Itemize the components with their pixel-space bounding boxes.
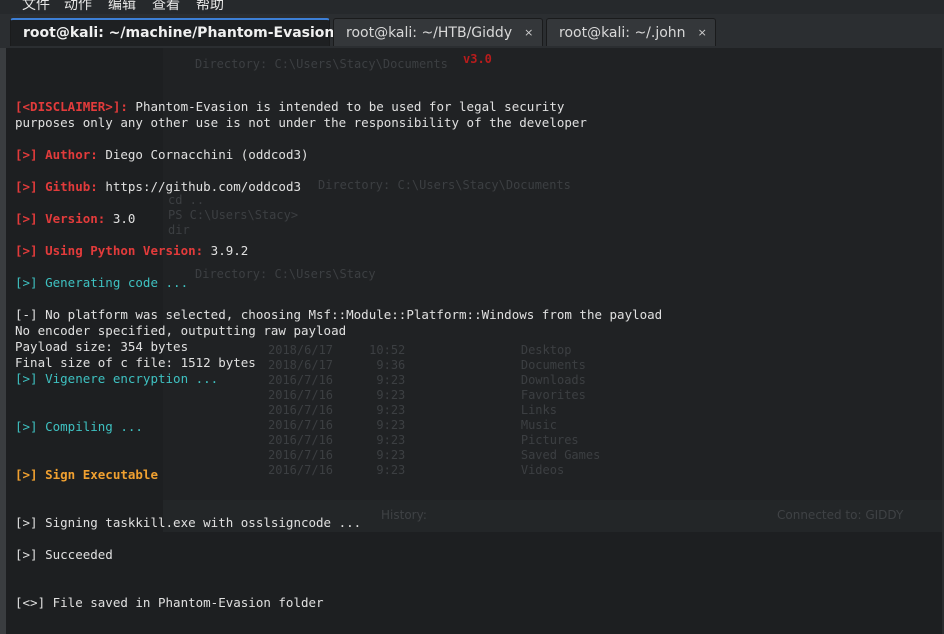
ghost-line: 2016/7/16 9:23 Music [268,418,557,432]
sign-executable-line: [>] Sign Executable [15,467,158,482]
generating-line: [>] Generating code ... [15,275,189,290]
menu-help[interactable]: 帮助 [196,0,224,14]
version-line: [>] Version: 3.0 [15,211,136,226]
tab-label: root@kali: ~/machine/Phantom-Evasion [23,25,335,41]
signing-line: [>] Signing taskkill.exe with osslsignco… [15,515,362,530]
tab-bar: root@kali: ~/machine/Phantom-Evasion × r… [0,14,944,49]
menu-file[interactable]: 文件 [22,0,50,14]
succeeded-line: [>] Succeeded [15,547,113,562]
author-line: [>] Author: Diego Cornacchini (oddcod3) [15,147,309,162]
menu-action[interactable]: 动作 [64,0,92,14]
tab-label: root@kali: ~/.john [559,24,686,41]
ghost-line: 2016/7/16 9:23 Links [268,403,557,417]
ghost-line: 2016/7/16 9:23 Videos [268,463,565,477]
ghost-line: Directory: C:\Users\Stacy\Documents [195,57,448,71]
ghost-line: 2018/6/17 10:52 Desktop [268,343,572,357]
ghost-line: 2018/6/17 9:36 Documents [268,358,586,372]
ghost-line: cd .. [168,193,205,207]
payload-size-line: Payload size: 354 bytes [15,339,189,354]
tab-label: root@kali: ~/HTB/Giddy [346,24,513,41]
no-encoder-line: No encoder specified, outputting raw pay… [15,323,347,338]
file-saved-line: [<>] File saved in Phantom-Evasion folde… [15,595,324,610]
disclaimer-line: [<DISCLAIMER>]: Phantom-Evasion is inten… [15,99,565,114]
version-label: v3.0 [463,52,492,66]
menubar: 文件 动作 编辑 查看 帮助 [0,0,944,14]
tab-htb-giddy[interactable]: root@kali: ~/HTB/Giddy × [333,18,543,46]
connected-label: Connected to: GIDDY [777,508,904,522]
ghost-line: 2016/7/16 9:23 Favorites [268,388,586,402]
disclaimer-line-2: purposes only any other use is not under… [15,115,587,130]
no-platform-line: [-] No platform was selected, choosing M… [15,307,663,322]
close-icon[interactable]: × [698,26,707,39]
menu-view[interactable]: 查看 [152,0,180,14]
tab-john[interactable]: root@kali: ~/.john × [546,18,716,46]
ghost-line: Directory: C:\Users\Stacy [195,267,376,281]
python-version-line: [>] Using Python Version: 3.9.2 [15,243,249,258]
ghost-line: 2016/7/16 9:23 Saved Games [268,448,601,462]
ghost-line: dir [168,223,190,237]
ghost-line: Directory: C:\Users\Stacy\Documents [318,178,571,192]
ghost-line: PS C:\Users\Stacy> [168,208,299,222]
menu-edit[interactable]: 编辑 [108,0,136,14]
ghost-line: 2016/7/16 9:23 Pictures [268,433,579,447]
history-label: History: [381,508,427,522]
ghost-line: 2016/7/16 9:23 Downloads [268,373,586,387]
github-line: [>] Github: https://github.com/oddcod3 [15,179,301,194]
vigenere-line: [>] Vigenere encryption ... [15,371,219,386]
close-icon[interactable]: × [524,26,533,39]
final-size-line: Final size of c file: 1512 bytes [15,355,256,370]
tab-phantom-evasion[interactable]: root@kali: ~/machine/Phantom-Evasion × [10,18,356,46]
compiling-line: [>] Compiling ... [15,419,143,434]
